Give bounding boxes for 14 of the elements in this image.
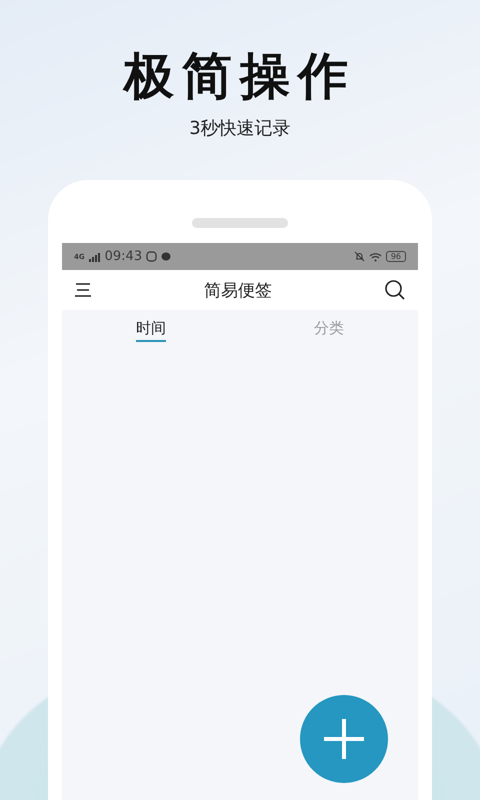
chat-bubble-icon — [161, 252, 172, 262]
tab[interactable]: 时间 — [62, 310, 240, 350]
menu-icon[interactable] — [74, 282, 92, 298]
search-icon[interactable] — [384, 279, 406, 301]
wifi-icon — [368, 252, 382, 262]
subtitle: 3秒快速记录 — [189, 117, 291, 140]
plus-icon — [322, 717, 366, 761]
battery-level: 96 — [386, 251, 406, 262]
bell-off-icon — [354, 251, 365, 262]
app-title: 简易便签 — [204, 280, 272, 302]
status-time: 09:43 — [104, 249, 142, 264]
headline: 极简操作 — [124, 48, 356, 104]
signal-icon — [88, 252, 101, 262]
notification-icon — [146, 251, 158, 262]
